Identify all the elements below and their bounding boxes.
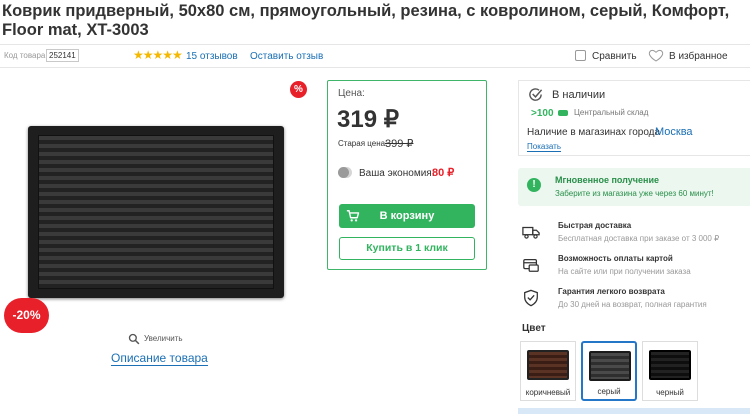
reviews-link[interactable]: 15 отзывов bbox=[186, 51, 238, 62]
instant-pickup-banner: ! Мгновенное получение Заберите из магаз… bbox=[518, 168, 750, 206]
feature-title: Гарантия легкого возврата bbox=[558, 287, 665, 296]
feature-card-payment: Возможность оплаты картой На сайте или п… bbox=[518, 254, 750, 286]
sale-badge: % bbox=[290, 81, 307, 98]
check-circle-icon bbox=[529, 88, 543, 101]
feature-easy-return: Гарантия легкого возврата До 30 дней на … bbox=[518, 287, 750, 319]
savings-value: 80 ₽ bbox=[432, 167, 455, 179]
current-price: 319 ₽ bbox=[337, 106, 399, 133]
city-availability-label: Наличие в магазинах города bbox=[527, 127, 661, 138]
feature-title: Возможность оплаты картой bbox=[558, 254, 673, 263]
discount-badge: -20% bbox=[4, 298, 49, 333]
compare-label[interactable]: Сравнить bbox=[592, 51, 637, 62]
stock-level-indicator bbox=[558, 110, 568, 116]
add-to-cart-button[interactable]: В корзину bbox=[339, 204, 475, 228]
feature-subtitle: На сайте или при получении заказа bbox=[558, 267, 691, 276]
zoom-label[interactable]: Увеличить bbox=[144, 334, 183, 343]
color-label: Цвет bbox=[522, 323, 546, 334]
instant-pickup-subtitle: Заберите из магазина уже через 60 минут! bbox=[555, 189, 714, 198]
product-image-texture bbox=[38, 135, 274, 289]
magnifier-icon[interactable] bbox=[128, 333, 140, 345]
swatch-label: черный bbox=[656, 388, 684, 397]
product-title: Коврик придверный, 50x80 см, прямоугольн… bbox=[2, 2, 730, 39]
color-option-gray[interactable]: серый bbox=[581, 341, 637, 401]
rating-stars[interactable]: ★★★★★ bbox=[133, 48, 183, 62]
shield-check-icon bbox=[524, 289, 538, 307]
in-stock-status: В наличии bbox=[552, 89, 606, 101]
product-code-label: Код товара: bbox=[4, 51, 48, 60]
price-panel: Цена: 319 ₽ Старая цена: 399 ₽ Ваша экон… bbox=[327, 80, 487, 270]
card-icon bbox=[523, 258, 539, 272]
description-link[interactable]: Описание товара bbox=[111, 351, 208, 366]
swatch-label: серый bbox=[597, 387, 621, 396]
buy-one-click-button[interactable]: Купить в 1 клик bbox=[339, 237, 475, 260]
swatch-thumbnail bbox=[527, 350, 569, 380]
feature-subtitle: До 30 дней на возврат, полная гарантия bbox=[558, 300, 707, 309]
stock-quantity: >100 bbox=[531, 108, 554, 119]
old-price: 399 ₽ bbox=[385, 138, 414, 150]
exclamation-icon: ! bbox=[527, 178, 541, 192]
color-option-brown[interactable]: коричневый bbox=[520, 341, 576, 401]
swatch-thumbnail bbox=[589, 351, 631, 381]
compare-checkbox[interactable] bbox=[575, 50, 586, 61]
truck-icon bbox=[522, 226, 540, 239]
show-stores-link[interactable]: Показать bbox=[527, 142, 562, 152]
savings-toggle-icon bbox=[338, 167, 352, 178]
favorite-label[interactable]: В избранное bbox=[669, 51, 728, 62]
savings-label: Ваша экономия: bbox=[359, 168, 435, 179]
city-selector-link[interactable]: Москва bbox=[655, 126, 693, 138]
heart-icon[interactable] bbox=[648, 47, 664, 63]
warehouse-name: Центральный склад bbox=[574, 108, 649, 117]
leave-review-link[interactable]: Оставить отзыв bbox=[250, 51, 323, 62]
old-price-label: Старая цена: bbox=[338, 139, 388, 148]
feature-subtitle: Бесплатная доставка при заказе от 3 000 … bbox=[558, 234, 720, 243]
color-option-black[interactable]: черный bbox=[642, 341, 698, 401]
instant-pickup-title: Мгновенное получение bbox=[555, 175, 659, 185]
swatch-label: коричневый bbox=[525, 388, 571, 397]
price-label: Цена: bbox=[338, 88, 365, 99]
product-image[interactable] bbox=[28, 126, 284, 298]
availability-panel: В наличии >100 Центральный склад Наличие… bbox=[518, 80, 750, 156]
panel-bottom-strip bbox=[518, 408, 750, 414]
product-code-value: 252141 bbox=[46, 49, 79, 62]
product-meta-bar: Код товара: 252141 ★★★★★ 15 отзывов Оста… bbox=[0, 44, 750, 68]
feature-title: Быстрая доставка bbox=[558, 221, 632, 230]
swatch-thumbnail bbox=[649, 350, 691, 380]
add-to-cart-label: В корзину bbox=[379, 210, 435, 222]
feature-fast-delivery: Быстрая доставка Бесплатная доставка при… bbox=[518, 221, 750, 253]
